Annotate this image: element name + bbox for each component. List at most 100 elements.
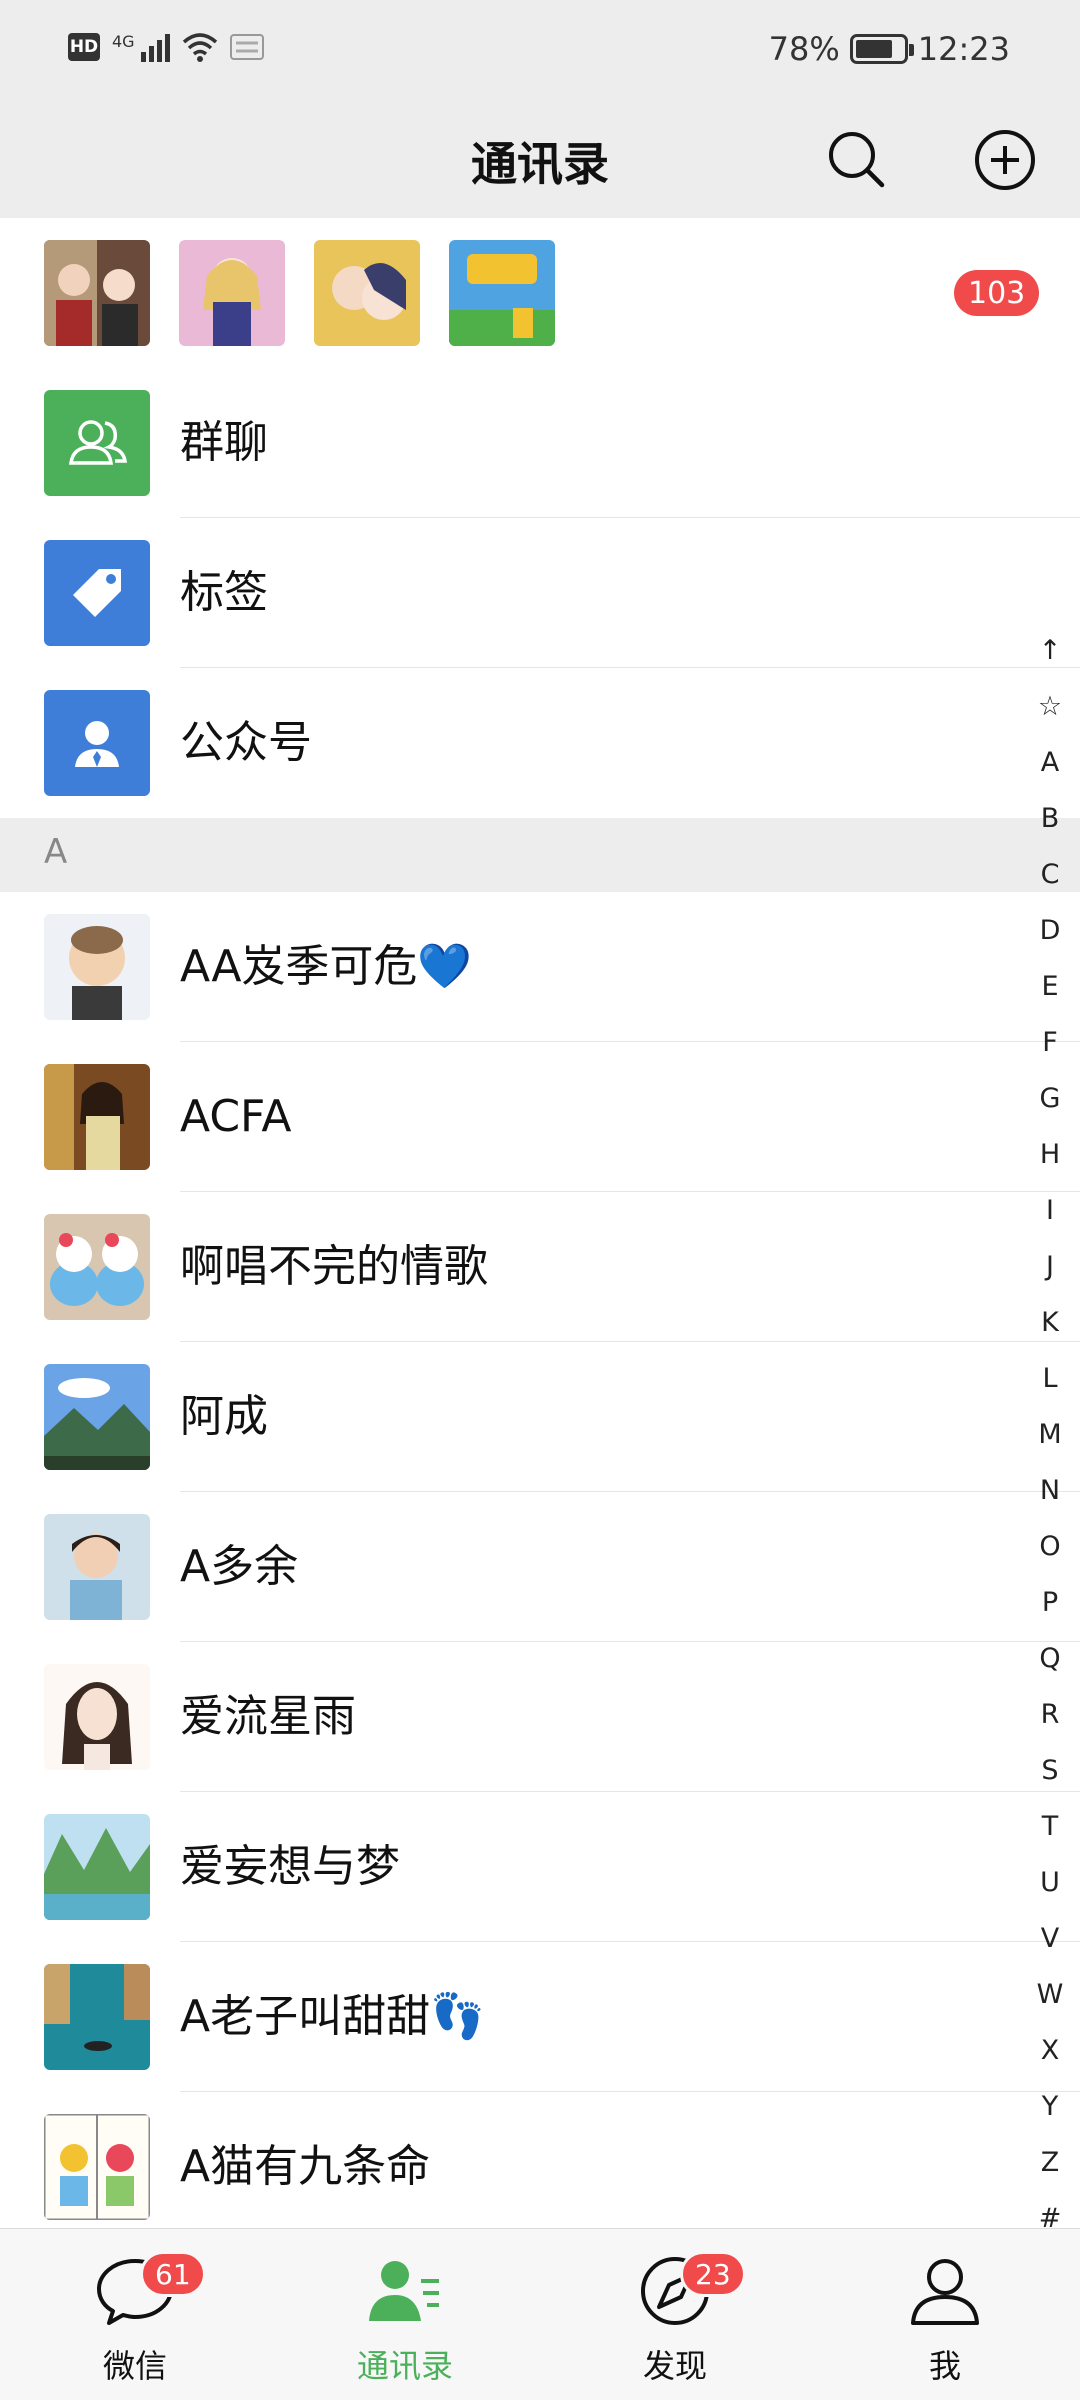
section-header-a: A	[0, 818, 1080, 892]
top-bar: 通讯录	[0, 100, 1080, 218]
contact-row[interactable]: 爱流星雨	[0, 1642, 1080, 1792]
contact-avatar	[44, 1514, 150, 1620]
tab-me[interactable]: 我	[810, 2229, 1080, 2401]
contact-row[interactable]: AA岌季可危💙	[0, 892, 1080, 1042]
index-letter[interactable]: S	[1020, 1743, 1080, 1799]
index-letter[interactable]: T	[1020, 1799, 1080, 1855]
tags-row[interactable]: 标签	[0, 518, 1080, 668]
contact-name: 爱妄想与梦	[180, 1841, 400, 1892]
index-letter[interactable]: R	[1020, 1687, 1080, 1743]
index-letter[interactable]: I	[1020, 1183, 1080, 1239]
tags-tile	[44, 540, 150, 646]
contact-avatar	[44, 1814, 150, 1920]
contact-row[interactable]: 阿成	[0, 1342, 1080, 1492]
index-letter[interactable]: A	[1020, 735, 1080, 791]
contact-row[interactable]: A猫有九条命	[0, 2092, 1080, 2228]
official-account-icon	[75, 721, 119, 767]
battery-icon	[849, 34, 914, 64]
clock: 12:23	[917, 30, 1010, 68]
tag-icon	[73, 569, 121, 617]
new-friend-avatar[interactable]	[449, 240, 555, 346]
tab-badge: 61	[140, 2251, 206, 2297]
contact-name: 阿成	[180, 1391, 268, 1442]
contact-row[interactable]: 啊唱不完的情歌	[0, 1192, 1080, 1342]
page-title: 通讯录	[471, 137, 609, 191]
wifi-icon	[182, 33, 217, 62]
index-letter[interactable]: C	[1020, 847, 1080, 903]
contact-name: ACFA	[180, 1091, 292, 1142]
search-button[interactable]	[817, 120, 897, 200]
contact-row[interactable]: A多余	[0, 1492, 1080, 1642]
group-chats-label: 群聊	[180, 417, 268, 468]
index-letter[interactable]: N	[1020, 1463, 1080, 1519]
index-letter[interactable]: Z	[1020, 2135, 1080, 2191]
contact-name: 啊唱不完的情歌	[180, 1241, 488, 1292]
tab-discover[interactable]: 23 发现	[540, 2229, 810, 2401]
index-letter[interactable]: ↑	[1020, 623, 1080, 679]
group-chat-tile	[44, 390, 150, 496]
contacts-icon	[369, 2261, 439, 2321]
index-letter[interactable]: O	[1020, 1519, 1080, 1575]
contact-avatar	[44, 2114, 150, 2220]
contact-name: 爱流星雨	[180, 1691, 356, 1742]
tab-contacts[interactable]: 通讯录	[270, 2229, 540, 2401]
index-letter[interactable]: V	[1020, 1911, 1080, 1967]
tab-label: 通讯录	[356, 2347, 453, 2385]
section-letter: A	[44, 832, 68, 872]
contact-avatar	[44, 1364, 150, 1470]
sim-icon	[229, 34, 264, 60]
index-letter[interactable]: P	[1020, 1575, 1080, 1631]
official-accounts-tile	[44, 690, 150, 796]
index-letter[interactable]: B	[1020, 791, 1080, 847]
tab-label: 我	[928, 2347, 961, 2385]
contact-name: A老子叫甜甜👣	[180, 1991, 485, 2042]
index-letter[interactable]: F	[1020, 1015, 1080, 1071]
add-button[interactable]	[965, 120, 1045, 200]
search-icon	[829, 132, 885, 188]
status-bar: HD 4G 78% 12:23	[0, 0, 1080, 100]
index-letter[interactable]: G	[1020, 1071, 1080, 1127]
index-letter[interactable]: M	[1020, 1407, 1080, 1463]
person-icon	[911, 2259, 979, 2325]
contact-avatar	[44, 1064, 150, 1170]
contact-name: A多余	[180, 1541, 299, 1592]
official-accounts-label: 公众号	[180, 717, 312, 768]
contact-name: A猫有九条命	[180, 2141, 431, 2192]
bottom-tab-bar: 61 微信 通讯录 23 发现 我	[0, 2228, 1080, 2400]
network-type: 4G	[112, 32, 135, 51]
index-letter[interactable]: W	[1020, 1967, 1080, 2023]
index-letter[interactable]: J	[1020, 1239, 1080, 1295]
contact-row[interactable]: 爱妄想与梦	[0, 1792, 1080, 1942]
new-friends-badge: 103	[954, 270, 1040, 316]
new-friend-avatar[interactable]	[44, 240, 150, 346]
tags-label: 标签	[180, 567, 268, 618]
index-letter[interactable]: X	[1020, 2023, 1080, 2079]
index-letter[interactable]: D	[1020, 903, 1080, 959]
index-letter[interactable]: E	[1020, 959, 1080, 1015]
status-icons-left: HD 4G	[68, 32, 264, 62]
hd-badge: HD	[68, 33, 100, 61]
index-letter[interactable]: K	[1020, 1295, 1080, 1351]
tab-label: 微信	[102, 2347, 167, 2385]
index-letter[interactable]: U	[1020, 1855, 1080, 1911]
index-letter[interactable]: Q	[1020, 1631, 1080, 1687]
status-icons-right: 78% 12:23	[769, 30, 1010, 68]
tab-label: 发现	[642, 2347, 707, 2385]
index-letter[interactable]: Y	[1020, 2079, 1080, 2135]
tab-chats[interactable]: 61 微信	[0, 2229, 270, 2401]
contact-row[interactable]: A老子叫甜甜👣	[0, 1942, 1080, 2092]
index-letter[interactable]: #	[1020, 2191, 1080, 2228]
index-letter[interactable]: H	[1020, 1127, 1080, 1183]
contacts-list[interactable]: 103 群聊 标签 公众号 A AA岌季可危💙 ACFA 啊唱不完的情歌 阿成 …	[0, 218, 1080, 2228]
index-letter[interactable]: L	[1020, 1351, 1080, 1407]
plus-circle-icon	[975, 130, 1035, 190]
new-friends-row[interactable]: 103	[0, 218, 1080, 368]
contact-row[interactable]: ACFA	[0, 1042, 1080, 1192]
alphabet-index[interactable]: ↑ ☆ A B C D E F G H I J K L M N O P Q R S T U V W X Y Z #	[1020, 623, 1080, 2228]
new-friend-avatar[interactable]	[314, 240, 420, 346]
index-letter[interactable]: ☆	[1020, 679, 1080, 735]
official-accounts-row[interactable]: 公众号	[0, 668, 1080, 818]
group-chats-row[interactable]: 群聊	[0, 368, 1080, 518]
new-friend-avatar[interactable]	[179, 240, 285, 346]
contact-avatar	[44, 1964, 150, 2070]
